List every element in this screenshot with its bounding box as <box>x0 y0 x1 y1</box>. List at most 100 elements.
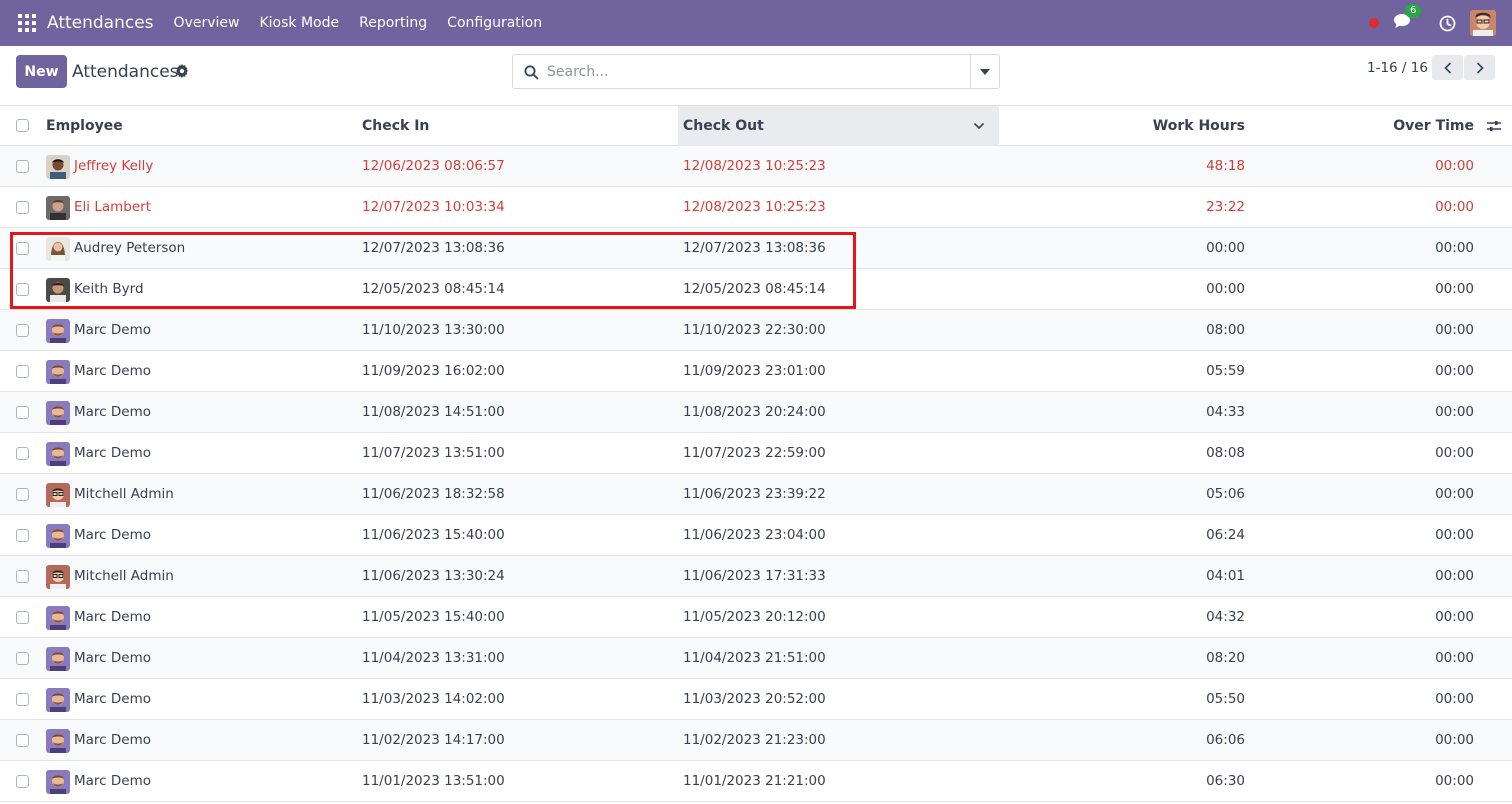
row-checkbox[interactable] <box>16 201 29 214</box>
page-title: Attendances <box>72 62 179 82</box>
table-row[interactable]: Marc Demo 11/04/2023 13:31:00 11/04/2023 2… <box>0 638 1512 679</box>
row-checkbox[interactable] <box>16 160 29 173</box>
employee-name: Mitchell Admin <box>74 568 174 584</box>
app-brand[interactable]: Attendances <box>47 13 154 33</box>
employee-avatar <box>46 155 70 179</box>
row-checkbox[interactable] <box>16 447 29 460</box>
over-time-value: 00:00 <box>1435 773 1474 789</box>
employee-name: Marc Demo <box>74 773 151 789</box>
row-checkbox[interactable] <box>16 406 29 419</box>
clock-icon[interactable] <box>1439 15 1456 32</box>
table-header: Employee Check In Check Out Work Hours O… <box>0 106 1512 146</box>
row-checkbox[interactable] <box>16 283 29 296</box>
row-checkbox[interactable] <box>16 734 29 747</box>
work-hours-value: 48:18 <box>1206 158 1245 174</box>
employee-name: Mitchell Admin <box>74 486 174 502</box>
pager-previous-button[interactable] <box>1432 55 1463 80</box>
table-row[interactable]: Marc Demo 11/09/2023 16:02:00 11/09/2023 2… <box>0 351 1512 392</box>
over-time-value: 00:00 <box>1435 650 1474 666</box>
table-row[interactable]: Mitchell Admin 11/06/2023 13:30:24 11/06/2… <box>0 556 1512 597</box>
new-button[interactable]: New <box>16 55 67 88</box>
menu-kiosk-mode[interactable]: Kiosk Mode <box>249 0 349 46</box>
check-out-value: 11/02/2023 21:23:00 <box>683 732 826 748</box>
recording-dot-icon[interactable] <box>1369 18 1379 28</box>
work-hours-value: 05:06 <box>1206 486 1245 502</box>
table-row[interactable]: Audrey Peterson 12/07/2023 13:08:36 12/07/… <box>0 228 1512 269</box>
table-row[interactable]: Marc Demo 11/10/2023 13:30:00 11/10/2023 2… <box>0 310 1512 351</box>
gear-icon[interactable] <box>175 64 189 78</box>
row-checkbox[interactable] <box>16 365 29 378</box>
over-time-value: 00:00 <box>1435 240 1474 256</box>
table-row[interactable]: Marc Demo 11/07/2023 13:51:00 11/07/2023 2… <box>0 433 1512 474</box>
row-checkbox[interactable] <box>16 488 29 501</box>
pager-next-button[interactable] <box>1464 55 1495 80</box>
row-checkbox[interactable] <box>16 775 29 788</box>
menu-overview[interactable]: Overview <box>164 0 250 46</box>
column-employee[interactable]: Employee <box>46 106 123 146</box>
menu-configuration[interactable]: Configuration <box>437 0 552 46</box>
table-row[interactable]: Marc Demo 11/06/2023 15:40:00 11/06/2023 2… <box>0 515 1512 556</box>
employee-name: Keith Byrd <box>74 281 144 297</box>
messages-button[interactable]: 6 <box>1393 4 1422 33</box>
column-check-in[interactable]: Check In <box>362 106 429 146</box>
column-over-time[interactable]: Over Time <box>1393 106 1474 146</box>
row-checkbox[interactable] <box>16 652 29 665</box>
table-row[interactable]: Marc Demo 11/05/2023 15:40:00 11/05/2023 2… <box>0 597 1512 638</box>
employee-avatar <box>46 606 70 630</box>
table-row[interactable]: Marc Demo 11/02/2023 14:17:00 11/02/2023 2… <box>0 720 1512 761</box>
employee-avatar <box>46 565 70 589</box>
optional-columns-icon[interactable] <box>1486 118 1502 134</box>
row-checkbox[interactable] <box>16 611 29 624</box>
table-row[interactable]: Eli Lambert 12/07/2023 10:03:34 12/08/2023… <box>0 187 1512 228</box>
check-out-value: 11/01/2023 21:21:00 <box>683 773 826 789</box>
row-checkbox[interactable] <box>16 693 29 706</box>
check-out-value: 12/08/2023 10:25:23 <box>683 199 826 215</box>
menu-reporting[interactable]: Reporting <box>349 0 437 46</box>
employee-avatar <box>46 688 70 712</box>
column-work-hours[interactable]: Work Hours <box>1153 106 1245 146</box>
row-checkbox[interactable] <box>16 324 29 337</box>
employee-avatar <box>46 483 70 507</box>
over-time-value: 00:00 <box>1435 527 1474 543</box>
table-row[interactable]: Marc Demo 11/01/2023 13:51:00 11/01/2023 2… <box>0 761 1512 802</box>
table-row[interactable]: Jeffrey Kelly 12/06/2023 08:06:57 12/08/20… <box>0 146 1512 187</box>
search-bar <box>512 54 1000 89</box>
check-in-value: 11/09/2023 16:02:00 <box>362 363 505 379</box>
row-checkbox[interactable] <box>16 529 29 542</box>
employee-name: Jeffrey Kelly <box>74 158 154 174</box>
table-row[interactable]: Mitchell Admin 11/06/2023 18:32:58 11/06/2… <box>0 474 1512 515</box>
employee-avatar <box>46 401 70 425</box>
app-grid-icon[interactable] <box>18 14 36 32</box>
check-in-value: 11/05/2023 15:40:00 <box>362 609 505 625</box>
pager-value[interactable]: 1-16 / 16 <box>1367 60 1428 76</box>
work-hours-value: 04:33 <box>1206 404 1245 420</box>
column-check-out[interactable]: Check Out <box>683 106 764 146</box>
select-all-checkbox[interactable] <box>16 119 29 132</box>
search-input[interactable] <box>547 61 967 83</box>
user-avatar[interactable] <box>1470 10 1496 36</box>
row-checkbox[interactable] <box>16 242 29 255</box>
row-checkbox[interactable] <box>16 570 29 583</box>
check-out-value: 11/09/2023 23:01:00 <box>683 363 826 379</box>
table-row[interactable]: Keith Byrd 12/05/2023 08:45:14 12/05/2023 … <box>0 269 1512 310</box>
work-hours-value: 04:32 <box>1206 609 1245 625</box>
search-options-toggle[interactable] <box>970 55 999 88</box>
check-in-value: 11/10/2023 13:30:00 <box>362 322 505 338</box>
employee-name: Marc Demo <box>74 527 151 543</box>
work-hours-value: 00:00 <box>1206 281 1245 297</box>
employee-avatar <box>46 442 70 466</box>
check-in-value: 11/02/2023 14:17:00 <box>362 732 505 748</box>
over-time-value: 00:00 <box>1435 568 1474 584</box>
employee-avatar <box>46 360 70 384</box>
employee-avatar <box>46 729 70 753</box>
table-row[interactable]: Marc Demo 11/08/2023 14:51:00 11/08/2023 2… <box>0 392 1512 433</box>
table-row[interactable]: Marc Demo 11/03/2023 14:02:00 11/03/2023 2… <box>0 679 1512 720</box>
work-hours-value: 08:08 <box>1206 445 1245 461</box>
work-hours-value: 08:00 <box>1206 322 1245 338</box>
search-icon <box>524 65 539 80</box>
employee-name: Audrey Peterson <box>74 240 186 256</box>
over-time-value: 00:00 <box>1435 158 1474 174</box>
employee-name: Marc Demo <box>74 445 151 461</box>
work-hours-value: 05:59 <box>1206 363 1245 379</box>
check-in-value: 11/06/2023 18:32:58 <box>362 486 505 502</box>
